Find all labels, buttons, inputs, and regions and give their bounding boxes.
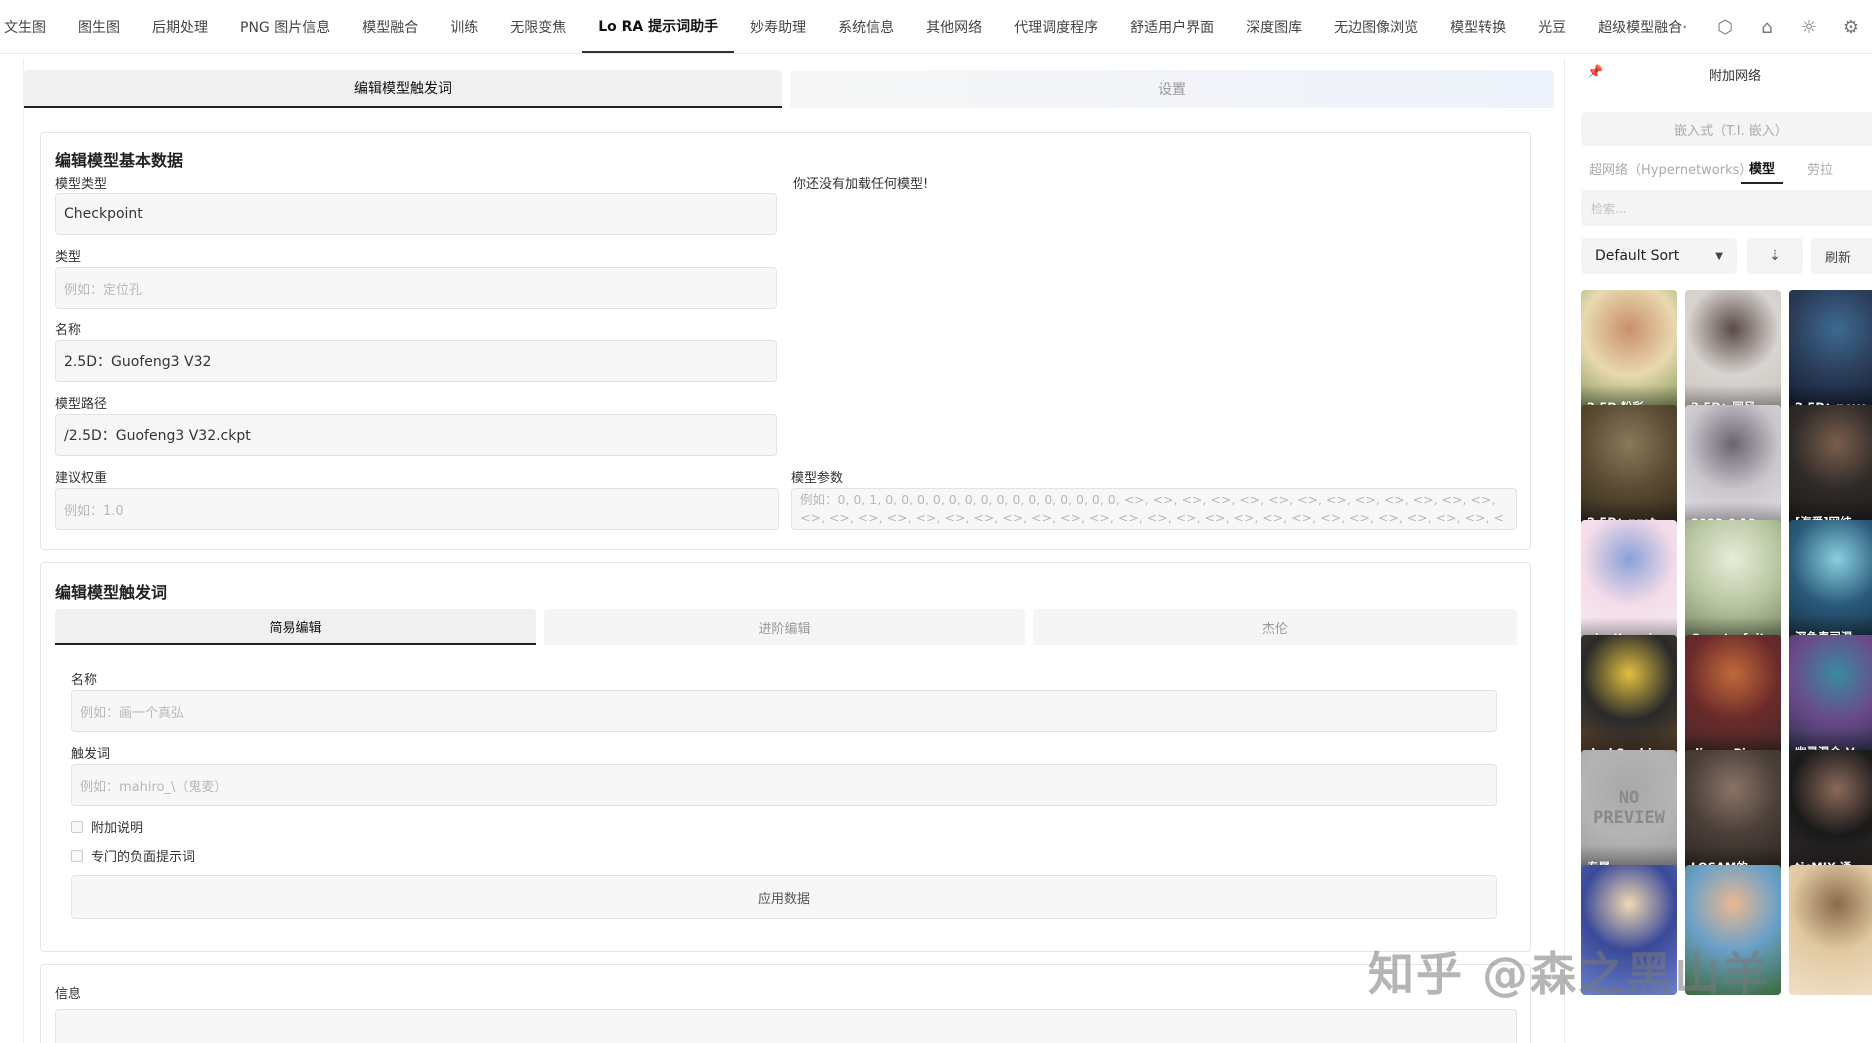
type-label: 类型 bbox=[55, 250, 82, 265]
tab-lora[interactable]: 劳拉 bbox=[1799, 152, 1841, 184]
weight-input[interactable]: 例如：1.0 bbox=[55, 488, 779, 530]
extra-notes-label: 附加说明 bbox=[91, 821, 144, 836]
info-panel: 信息 bbox=[40, 964, 1531, 1043]
left-edge-bar bbox=[0, 58, 24, 1043]
name-input[interactable]: 2.5D：Guofeng3 V32 bbox=[55, 340, 777, 382]
no-model-message: 你还没有加载任何模型! bbox=[793, 177, 929, 192]
sidebar-header: 📌 附加网络 bbox=[1565, 58, 1872, 88]
top-tab[interactable]: 无限变焦 bbox=[494, 0, 582, 53]
top-tab[interactable]: 深度图库 bbox=[1230, 0, 1318, 53]
embedding-tab[interactable]: 嵌入式（T.I. 嵌入） bbox=[1581, 112, 1872, 146]
refresh-button[interactable]: 刷新 bbox=[1811, 238, 1872, 274]
model-card[interactable]: [海爱]网纯... bbox=[1789, 405, 1872, 535]
tab-models[interactable]: 模型 bbox=[1741, 152, 1784, 184]
subtab-simple-edit[interactable]: 简易编辑 bbox=[55, 609, 536, 645]
negative-prompt-checkbox[interactable]: 专门的负面提示词 bbox=[71, 846, 195, 865]
extra-networks-sidebar: 📌 附加网络 嵌入式（T.I. 嵌入） 超网络（Hypernetworks） 模… bbox=[1564, 58, 1872, 1043]
tab-edit-triggers[interactable]: 编辑模型触发词 bbox=[24, 70, 782, 108]
top-tab[interactable]: 妙寿助理 bbox=[734, 0, 822, 53]
trigger-name-label: 名称 bbox=[71, 673, 98, 688]
model-type-label: 模型类型 bbox=[55, 177, 108, 192]
top-tab[interactable]: 后期处理 bbox=[136, 0, 224, 53]
top-tab[interactable]: 无边图像浏览 bbox=[1318, 0, 1434, 53]
model-card[interactable]: 2023.6.18... bbox=[1685, 405, 1781, 535]
model-card[interactable] bbox=[1789, 865, 1872, 995]
sort-order-icon[interactable]: ⇣ bbox=[1747, 238, 1803, 274]
model-card[interactable]: NOPREVIEW专属 bbox=[1581, 750, 1677, 880]
apply-data-button[interactable]: 应用数据 bbox=[71, 875, 1497, 919]
top-tab[interactable]: 模型融合 bbox=[346, 0, 434, 53]
sort-value: Default Sort bbox=[1595, 248, 1680, 264]
watermark: 知乎 @森之黑山羊 bbox=[1368, 947, 1771, 1001]
triggers-panel: 编辑模型触发词 简易编辑 进阶编辑 杰伦 名称 例如：画一个真弘 触发词 例如：… bbox=[40, 562, 1531, 952]
main-content: 编辑模型触发词 设置 编辑模型基本数据 模型类型 Checkpoint 你还没有… bbox=[24, 70, 1554, 1043]
chevron-down-icon: ▼ bbox=[1715, 250, 1723, 262]
info-label: 信息 bbox=[55, 987, 82, 1002]
model-card[interactable]: 2.5D：国风... bbox=[1685, 290, 1781, 420]
top-tab[interactable]: 其他网络 bbox=[910, 0, 998, 53]
weight-label: 建议权重 bbox=[55, 471, 108, 486]
model-card[interactable]: LOSAM的... bbox=[1685, 750, 1781, 880]
top-tab[interactable]: 系统信息 bbox=[822, 0, 910, 53]
triggers-title: 编辑模型触发词 bbox=[55, 583, 168, 602]
name-label: 名称 bbox=[55, 323, 82, 338]
sidebar-tabs: 超网络（Hypernetworks） 模型 劳拉 bbox=[1581, 152, 1872, 186]
model-params-input[interactable]: 例如：0, 0, 1, 0, 0, 0, 0, 0, 0, 0, 0, 0, 0… bbox=[791, 488, 1517, 530]
checkbox-box[interactable] bbox=[71, 820, 83, 833]
top-tab[interactable]: Lo RA 提示词助手 bbox=[582, 0, 735, 53]
trigger-words-input[interactable]: 例如：mahiro_\（鬼麦） bbox=[71, 764, 1497, 806]
theme-sun-icon[interactable]: ☼ bbox=[1798, 17, 1820, 38]
model-params-label: 模型参数 bbox=[791, 471, 844, 486]
model-card[interactable]: Counterfeit... bbox=[1685, 520, 1781, 650]
model-card[interactable]: 2.5D 粉彩-... bbox=[1581, 290, 1677, 420]
top-nav-icons: ··· ⬡ ⌂ ☼ ⚙ bbox=[1668, 0, 1872, 54]
top-tab[interactable]: 舒适用户界面 bbox=[1114, 0, 1230, 53]
sidebar-search-input[interactable]: 检索... bbox=[1581, 190, 1872, 226]
subtab-third[interactable]: 杰伦 bbox=[1033, 609, 1517, 645]
info-output bbox=[55, 1009, 1517, 1043]
model-card[interactable]: aiceKawaic... bbox=[1581, 520, 1677, 650]
type-input[interactable]: 例如：定位孔 bbox=[55, 267, 777, 309]
model-type-field[interactable]: Checkpoint bbox=[55, 193, 777, 235]
top-tab[interactable]: 文生图 bbox=[0, 0, 62, 53]
model-card[interactable]: 2.5D：neve... bbox=[1789, 290, 1872, 420]
model-path-label: 模型路径 bbox=[55, 397, 108, 412]
model-card[interactable]: 幽灵混合-V... bbox=[1789, 635, 1872, 765]
basic-data-title: 编辑模型基本数据 bbox=[55, 151, 184, 170]
top-tab[interactable]: 训练 bbox=[434, 0, 494, 53]
model-card[interactable]: disneyPixar... bbox=[1685, 635, 1781, 765]
trigger-words-label: 触发词 bbox=[71, 747, 111, 762]
model-card[interactable]: ticMIX 通... bbox=[1789, 750, 1872, 880]
model-card[interactable]: darkSushiM... bbox=[1581, 635, 1677, 765]
tab-hypernetworks[interactable]: 超网络（Hypernetworks） bbox=[1581, 152, 1760, 184]
tab-settings[interactable]: 设置 bbox=[790, 70, 1554, 108]
checkbox-box[interactable] bbox=[71, 849, 83, 862]
sort-dropdown[interactable]: Default Sort ▼ bbox=[1581, 238, 1737, 274]
gear-icon[interactable]: ⚙ bbox=[1840, 17, 1862, 38]
no-preview-text: NO PREVIEW bbox=[1593, 788, 1665, 828]
main-tabs: 编辑模型触发词 设置 bbox=[24, 70, 1554, 110]
extra-notes-checkbox[interactable]: 附加说明 bbox=[71, 817, 143, 836]
subtab-advanced-edit[interactable]: 进阶编辑 bbox=[544, 609, 1025, 645]
settings-hex-icon[interactable]: ⬡ bbox=[1714, 17, 1736, 38]
top-tab[interactable]: 模型转换 bbox=[1434, 0, 1522, 53]
model-card[interactable]: 深色寿司混... bbox=[1789, 520, 1872, 650]
basic-data-panel: 编辑模型基本数据 模型类型 Checkpoint 你还没有加载任何模型! 类型 … bbox=[40, 132, 1531, 550]
model-path-input[interactable]: /2.5D：Guofeng3 V32.ckpt bbox=[55, 414, 777, 456]
top-tab[interactable]: 图生图 bbox=[62, 0, 136, 53]
top-tab[interactable]: PNG 图片信息 bbox=[224, 0, 346, 53]
top-nav: 文生图 图生图 后期处理 PNG 图片信息 模型融合 训练 无限变焦 Lo RA 提示词助手妙… bbox=[0, 0, 1872, 54]
top-nav-tabs: 文生图 图生图 后期处理 PNG 图片信息 模型融合 训练 无限变焦 Lo RA 提示词助手妙… bbox=[0, 0, 1698, 53]
top-tab[interactable]: 代理调度程序 bbox=[998, 0, 1114, 53]
top-tab[interactable]: 光豆 bbox=[1522, 0, 1582, 53]
github-icon[interactable]: ⌂ bbox=[1756, 17, 1778, 38]
model-card[interactable]: 2.5D：prot... bbox=[1581, 405, 1677, 535]
more-tabs-icon[interactable]: ··· bbox=[1668, 17, 1690, 38]
trigger-name-input[interactable]: 例如：画一个真弘 bbox=[71, 690, 1497, 732]
negative-prompt-label: 专门的负面提示词 bbox=[91, 850, 196, 865]
sidebar-title: 附加网络 bbox=[1708, 69, 1761, 84]
